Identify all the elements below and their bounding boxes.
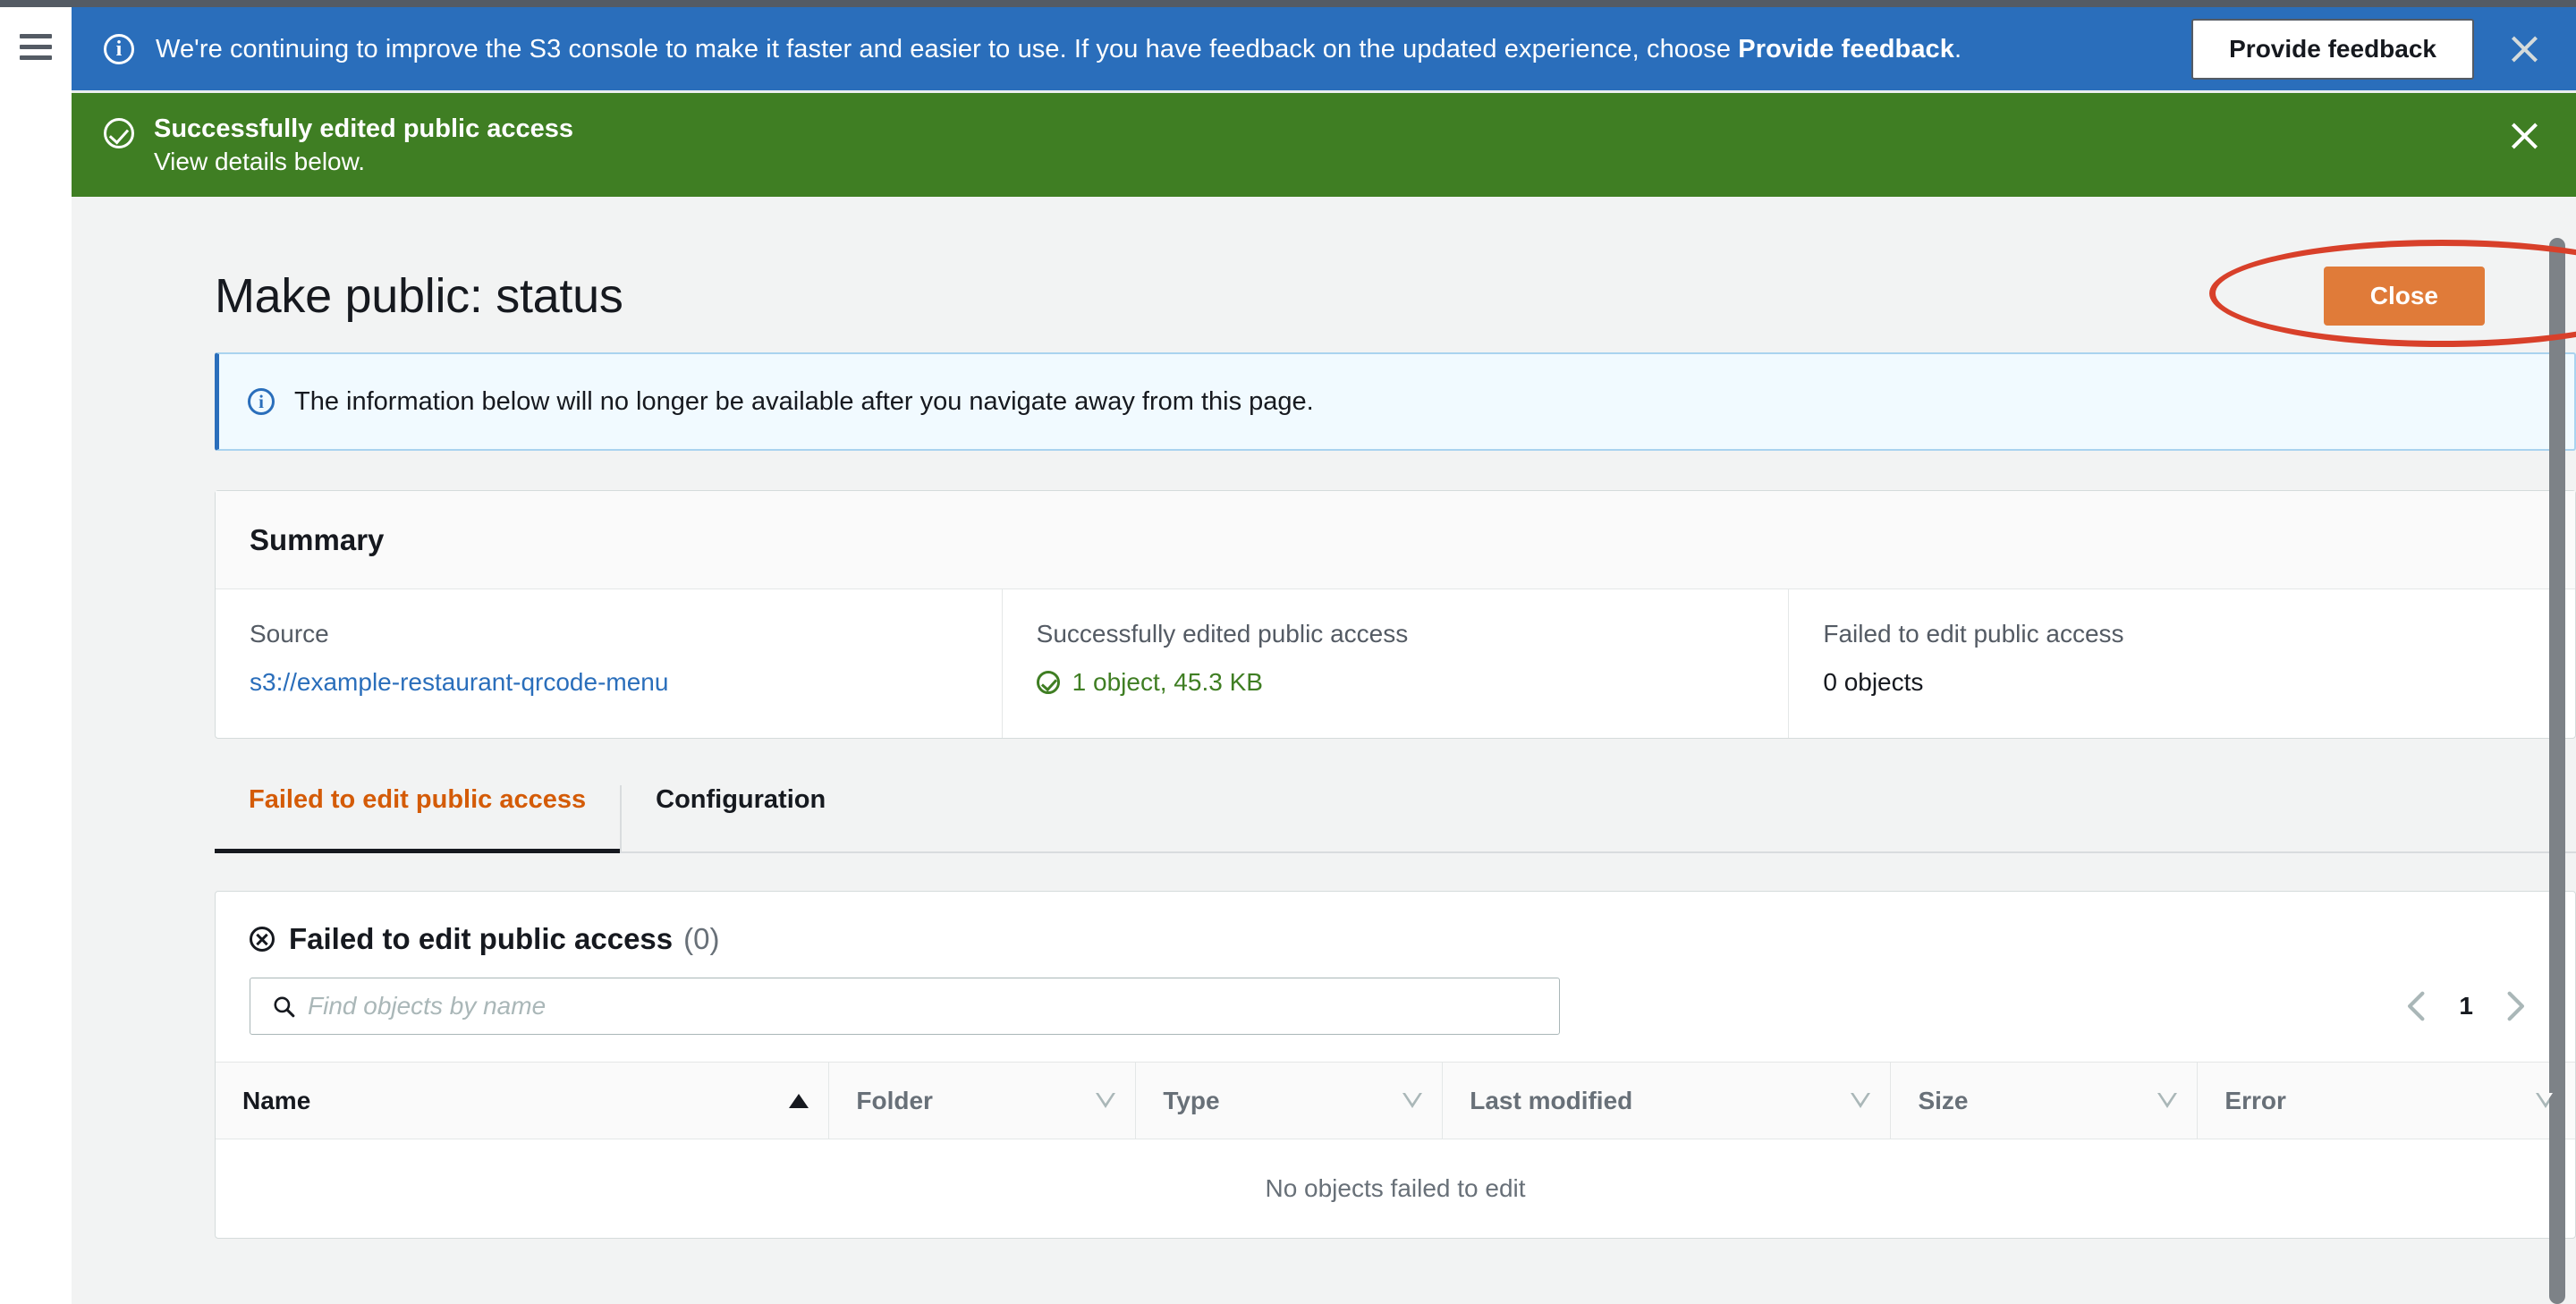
success-banner-title: Successfully edited public access xyxy=(154,114,574,143)
column-label: Size xyxy=(1918,1086,1969,1114)
hamburger-bar xyxy=(20,55,52,60)
sort-descending-icon xyxy=(1402,1092,1423,1109)
check-circle-icon xyxy=(104,118,134,148)
table-empty-row: No objects failed to edit xyxy=(216,1139,2575,1238)
success-banner-texts: Successfully edited public access View d… xyxy=(154,113,2504,179)
column-header-folder[interactable]: Folder xyxy=(828,1062,1136,1139)
search-icon xyxy=(274,996,295,1018)
info-circle-icon: i xyxy=(104,33,134,64)
feedback-text-bold: Provide feedback xyxy=(1738,34,1955,64)
close-button[interactable]: Close xyxy=(2323,267,2485,326)
search-box[interactable] xyxy=(250,978,1560,1035)
tab-failed-to-edit-public-access[interactable]: Failed to edit public access xyxy=(215,785,621,853)
pagination: 1 xyxy=(2405,989,2527,1023)
feedback-text-before: We're continuing to improve the S3 conso… xyxy=(156,34,1739,64)
sort-descending-icon xyxy=(2157,1092,2178,1109)
summary-header: Summary xyxy=(216,491,2575,589)
failed-objects-table: Name Folder Type Last modified Size Erro… xyxy=(216,1062,2575,1238)
summary-column-failed: Failed to edit public access 0 objects xyxy=(1789,589,2575,738)
feedback-banner: i We're continuing to improve the S3 con… xyxy=(72,7,2576,93)
close-button-wrapper: Close xyxy=(2208,240,2576,347)
column-label: Type xyxy=(1163,1086,1220,1114)
column-header-type[interactable]: Type xyxy=(1135,1062,1443,1139)
column-header-name[interactable]: Name xyxy=(216,1062,829,1139)
search-and-pagination-row: 1 xyxy=(216,956,2575,1062)
page-header: Make public: status Close xyxy=(111,197,2576,347)
sort-descending-icon xyxy=(1851,1092,1871,1109)
column-label: Name xyxy=(242,1086,311,1114)
hamburger-bar xyxy=(20,45,52,49)
feedback-text-after: . xyxy=(1954,34,1962,64)
info-alert-text: The information below will no longer be … xyxy=(294,386,1314,416)
close-icon[interactable] xyxy=(2504,30,2544,69)
chevron-left-icon[interactable] xyxy=(2405,989,2428,1023)
table-header-row: Name Folder Type Last modified Size Erro… xyxy=(216,1062,2575,1139)
tab-configuration[interactable]: Configuration xyxy=(620,785,860,851)
info-circle-icon: i xyxy=(248,388,275,415)
provide-feedback-button[interactable]: Provide feedback xyxy=(2191,18,2474,80)
summary-failed-value: 0 objects xyxy=(1823,668,1924,696)
column-label: Error xyxy=(2224,1086,2286,1114)
summary-body: Source s3://example-restaurant-qrcode-me… xyxy=(216,589,2575,738)
summary-heading: Summary xyxy=(250,522,385,556)
panel-title-text: Failed to edit public access xyxy=(289,922,674,955)
table-body: No objects failed to edit xyxy=(216,1139,2575,1238)
tab-bar: Failed to edit public access Configurati… xyxy=(215,785,2576,853)
summary-column-success: Successfully edited public access 1 obje… xyxy=(1003,589,1790,738)
x-circle-icon xyxy=(250,927,275,952)
vertical-scrollbar[interactable] xyxy=(2546,238,2569,1304)
pagination-current-page[interactable]: 1 xyxy=(2459,992,2473,1020)
summary-label: Source xyxy=(250,620,329,648)
close-icon[interactable] xyxy=(2504,116,2544,156)
sort-descending-icon xyxy=(1096,1092,1116,1109)
sort-ascending-icon xyxy=(789,1093,809,1108)
table-header: Name Folder Type Last modified Size Erro… xyxy=(216,1062,2575,1139)
summary-success-text: 1 object, 45.3 KB xyxy=(1072,668,1263,696)
empty-state-message: No objects failed to edit xyxy=(1265,1173,1526,1202)
content-column: i We're continuing to improve the S3 con… xyxy=(72,7,2576,1304)
summary-label: Successfully edited public access xyxy=(1036,620,1409,648)
hamburger-menu-icon[interactable] xyxy=(20,34,52,61)
column-label: Last modified xyxy=(1470,1086,1633,1114)
column-label: Folder xyxy=(856,1086,933,1114)
summary-column-source: Source s3://example-restaurant-qrcode-me… xyxy=(216,589,1003,738)
hamburger-bar xyxy=(20,34,52,38)
success-banner-subtitle: View details below. xyxy=(154,148,366,175)
panel-title-count: (0) xyxy=(683,922,720,955)
chevron-right-icon[interactable] xyxy=(2504,989,2527,1023)
column-header-last-modified[interactable]: Last modified xyxy=(1442,1062,1891,1139)
source-bucket-link[interactable]: s3://example-restaurant-qrcode-menu xyxy=(250,668,1002,697)
left-nav-rail xyxy=(0,7,72,1304)
page-title: Make public: status xyxy=(215,269,623,323)
summary-label: Failed to edit public access xyxy=(1823,620,2124,648)
scrollbar-thumb[interactable] xyxy=(2549,238,2565,1304)
summary-success-value: 1 object, 45.3 KB xyxy=(1036,668,1789,697)
top-chrome-strip xyxy=(0,0,2576,7)
success-banner: Successfully edited public access View d… xyxy=(72,93,2576,197)
check-circle-icon xyxy=(1036,671,1060,694)
column-header-error[interactable]: Error xyxy=(2197,1062,2575,1139)
feedback-banner-text: We're continuing to improve the S3 conso… xyxy=(156,34,2191,64)
failed-objects-panel: Failed to edit public access (0) 1 xyxy=(215,891,2576,1239)
column-header-size[interactable]: Size xyxy=(1890,1062,2198,1139)
search-input[interactable] xyxy=(308,992,1470,1020)
info-alert: i The information below will no longer b… xyxy=(215,352,2576,451)
panel-title: Failed to edit public access (0) xyxy=(250,922,719,956)
summary-card: Summary Source s3://example-restaurant-q… xyxy=(215,490,2576,739)
main-content: Make public: status Close i The informat… xyxy=(72,197,2576,1297)
panel-header: Failed to edit public access (0) xyxy=(216,892,2575,956)
